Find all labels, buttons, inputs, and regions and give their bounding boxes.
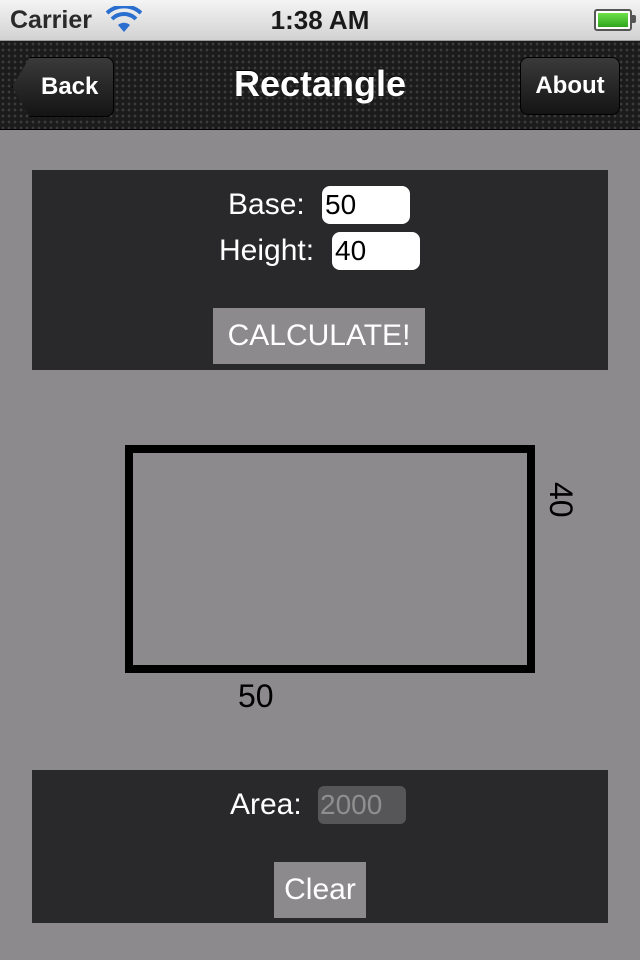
calculate-button[interactable]: CALCULATE! <box>213 308 425 364</box>
height-dimension-label: 40 <box>543 482 579 518</box>
height-label: Height: <box>219 234 315 267</box>
battery-icon <box>594 9 636 31</box>
result-panel: Area: 2000 Clear <box>32 770 608 923</box>
clear-button[interactable]: Clear <box>274 862 366 918</box>
status-time: 1:38 AM <box>270 5 370 35</box>
base-input[interactable]: 50 <box>322 186 410 224</box>
area-output-field: 2000 <box>318 786 406 824</box>
navigation-bar: Back Rectangle About <box>0 41 640 130</box>
about-button[interactable]: About <box>520 57 620 115</box>
base-label: Base: <box>228 188 305 221</box>
base-dimension-label: 50 <box>238 678 274 714</box>
height-input[interactable]: 40 <box>332 232 420 270</box>
status-bar: Carrier 1:38 AM <box>0 0 640 41</box>
input-panel: Base: 50 Height: 40 CALCULATE! <box>32 170 608 370</box>
area-label: Area: <box>230 788 302 821</box>
rectangle-diagram <box>125 445 535 673</box>
